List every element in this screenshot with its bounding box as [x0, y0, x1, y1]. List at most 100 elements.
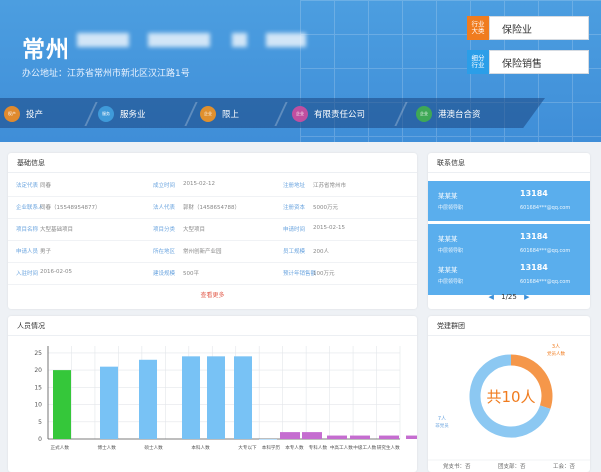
- info-row: 法定代表 同春 成立时间 2015-02-12 注册地址 江苏省常州市: [8, 175, 417, 197]
- contact-role: 中层领导职: [438, 205, 464, 211]
- redacted-name: [232, 33, 247, 47]
- tag-company-type[interactable]: 企业 有限责任公司: [292, 101, 365, 126]
- basic-info-panel: 基础信息 法定代表 同春 成立时间 2015-02-12 注册地址 江苏省常州市 企业联系人…: [8, 153, 417, 309]
- contact-name: 某某某: [438, 266, 458, 274]
- contact-card[interactable]: 某某某 中层领导职 13184 601684***@qq.com: [428, 181, 590, 221]
- bar: [100, 366, 118, 439]
- x-tick-label: 本科学历: [262, 444, 281, 451]
- contact-pager: ◀ 1/25 ▶: [428, 293, 590, 301]
- industry-category-label: 行业 大类: [467, 16, 489, 40]
- info-value: 200人: [313, 249, 329, 255]
- bar: [53, 370, 71, 439]
- contact-email: 601684***@qq.com: [520, 205, 571, 211]
- enterprise-icon: 企业: [416, 105, 432, 122]
- donut-center-label: 共10人: [486, 388, 535, 406]
- view-more-link[interactable]: 查看更多: [8, 290, 417, 299]
- redacted-name: [77, 33, 129, 47]
- slice-label: 7人: [438, 416, 446, 422]
- bar: [182, 356, 200, 439]
- bar: [259, 439, 277, 440]
- bar: [379, 435, 399, 439]
- party-status: 工会：否: [553, 462, 576, 470]
- info-key: 申请人员: [16, 249, 39, 255]
- slice-label: 3人: [552, 344, 560, 350]
- tag-joint-venture[interactable]: 企业 港澳台合资: [416, 101, 481, 126]
- next-page-icon[interactable]: ▶: [524, 293, 529, 301]
- x-tick-label: 中高工人数: [330, 444, 353, 451]
- redacted-name: [148, 33, 210, 47]
- contact-card[interactable]: 某某某 中层领导职 13184 601684***@qq.com: [428, 255, 590, 295]
- x-tick-label: 专科人数: [309, 444, 328, 451]
- panel-title: 联系信息: [428, 153, 590, 173]
- y-tick-label: 15: [34, 384, 42, 391]
- info-value: 大型基础项目: [40, 227, 74, 233]
- y-tick-label: 0: [38, 436, 42, 443]
- panel-title: 人员情况: [8, 316, 417, 336]
- contact-email: 601684***@qq.com: [520, 248, 571, 254]
- info-value: 大型项目: [183, 227, 206, 233]
- party-status: 党支书：否: [443, 462, 471, 470]
- info-row: 项目名称 大型基础项目 项目分类 大型项目 申请时间 2015-02-15: [8, 219, 417, 241]
- bar: [139, 359, 157, 439]
- info-key: 注册资本: [283, 205, 306, 211]
- prev-page-icon[interactable]: ◀: [489, 293, 494, 301]
- info-key: 建设规模: [153, 271, 176, 277]
- info-row: 企业联系人 同春（15548954877） 法人代表 郭财（1458654788） 注册…: [8, 197, 417, 219]
- bar: [207, 356, 225, 439]
- info-key: 成立时间: [153, 183, 176, 189]
- info-value: 5000万元: [313, 205, 338, 211]
- staff-panel: 人员情况 0 5 10 15 20 25 正式人数 博士人数 硕士人数 本科人数 大专以下 本科学历本…: [8, 316, 417, 472]
- slice-label: 非党员: [435, 422, 449, 429]
- info-value: 2015-02-15: [313, 225, 345, 231]
- industry-subcategory-label: 细分 行业: [467, 50, 489, 74]
- x-tick-label: 本专人数: [285, 444, 304, 451]
- tag-label: 服务业: [120, 109, 146, 120]
- x-tick-label: 硕士人数: [144, 444, 163, 451]
- info-value: 同春（15548954877）: [40, 205, 101, 211]
- bar: [280, 432, 300, 439]
- info-key: 所在地区: [153, 249, 176, 255]
- company-header: 常州 办公地址：江苏省常州市新北区汉江路1号 行业 大类 保险业 细分 行业 保…: [0, 0, 601, 142]
- industry-subcategory-value: 保险销售: [489, 50, 589, 74]
- info-row: 申请人员 男子 所在地区 常州创新产业园 员工规模 200人: [8, 241, 417, 263]
- tag-above-limit[interactable]: 企业 限上: [200, 101, 239, 126]
- info-key: 入驻时间: [16, 271, 39, 277]
- bar: [327, 435, 347, 439]
- tag-label: 有限责任公司: [314, 109, 366, 120]
- info-value: 500平: [183, 271, 199, 277]
- info-key: 注册地址: [283, 183, 306, 189]
- info-key: 员工规模: [283, 249, 306, 255]
- party-panel: 党建群团 共10人 3人 党员人数 7人 非党员 党支书：否 团支部：否 工会：否: [428, 316, 590, 472]
- industry-category-value: 保险业: [489, 16, 589, 40]
- x-tick-label: 本科人数: [191, 444, 210, 451]
- tag-production[interactable]: 权产 投产: [4, 101, 43, 126]
- party-donut-chart: 共10人 3人党员人数 7人非党员党支书：否 团支部：否 工会：否: [428, 344, 590, 470]
- y-tick-label: 25: [34, 350, 42, 357]
- tag-service[interactable]: 服务 服务业: [98, 101, 146, 126]
- info-key: 项目名称: [16, 227, 39, 233]
- info-value: 100万元: [313, 271, 335, 277]
- info-value: 同春: [40, 183, 52, 189]
- contact-role: 中层领导职: [438, 279, 464, 285]
- enterprise-icon: 企业: [292, 105, 308, 122]
- slice-label: 党员人数: [547, 350, 565, 357]
- panel-title: 基础信息: [8, 153, 417, 173]
- contact-phone: 13184: [520, 189, 548, 198]
- x-tick-label: 博士人数: [97, 444, 116, 451]
- contact-panel: 联系信息 某某某 中层领导职 13184 601684***@qq.com 某某…: [428, 153, 590, 309]
- bar: [234, 356, 252, 439]
- tag-label: 投产: [26, 109, 44, 120]
- info-value: 2016-02-05: [40, 269, 72, 275]
- bar: [350, 435, 370, 439]
- y-tick-label: 20: [34, 367, 42, 374]
- x-tick-label: 大专以下: [238, 444, 257, 451]
- tag-label: 限上: [222, 109, 240, 120]
- bar: [302, 432, 322, 439]
- info-key: 法定代表: [16, 183, 39, 189]
- info-row: 入驻时间 2016-02-05 建设规模 500平 预计年销售额 100万元: [8, 263, 417, 285]
- contact-phone: 13184: [520, 232, 548, 241]
- tag-label: 港澳台合资: [438, 109, 481, 120]
- x-tick-label: 研究生人数: [377, 444, 400, 451]
- info-value: 2015-02-12: [183, 181, 215, 187]
- panel-title: 党建群团: [428, 316, 590, 336]
